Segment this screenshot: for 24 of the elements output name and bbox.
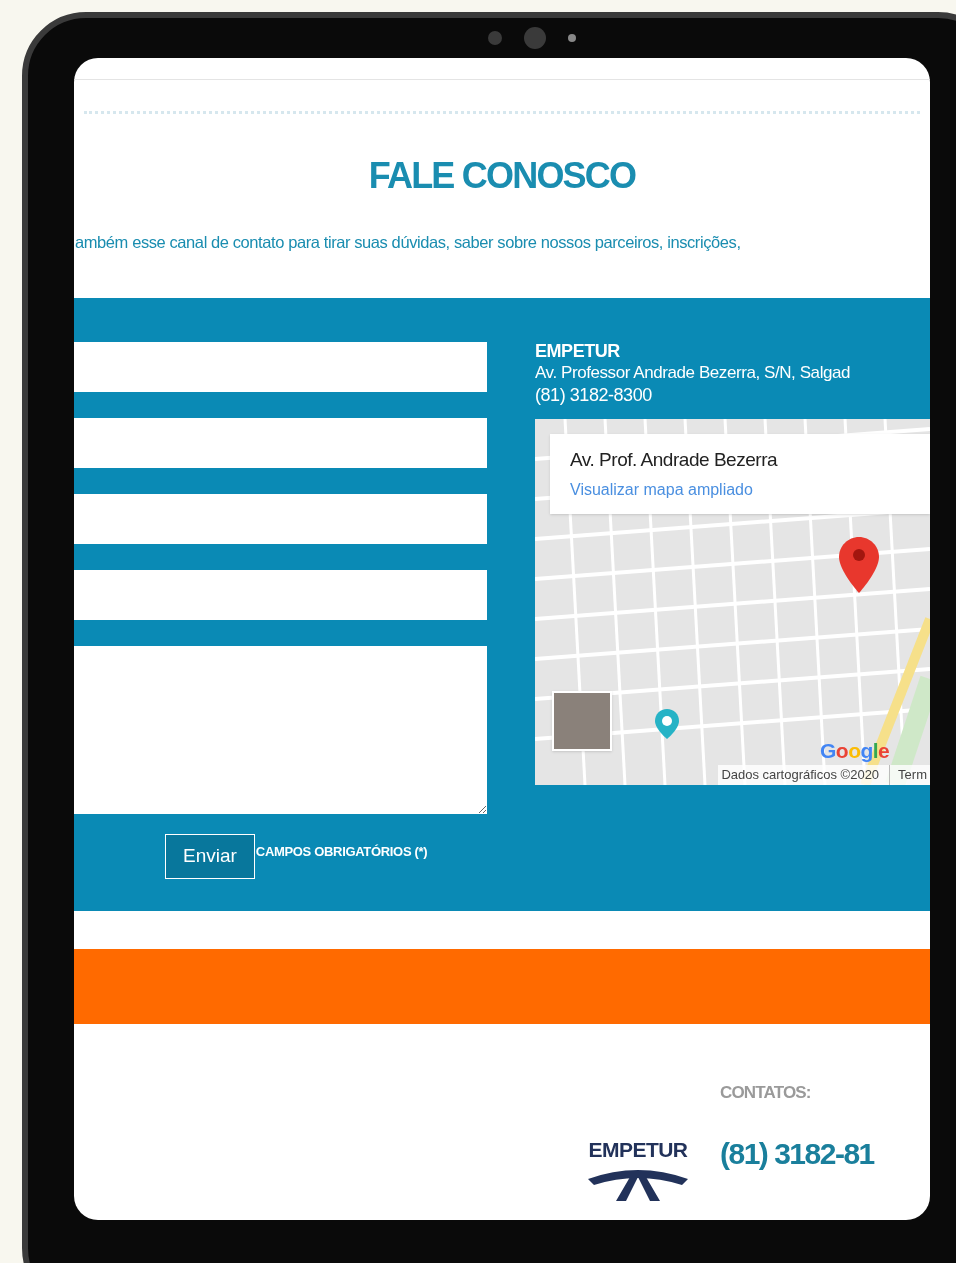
- map-logo: Google: [820, 737, 890, 764]
- contact-name: EMPETUR: [535, 339, 621, 362]
- section-title: FALE CONOSCO: [368, 156, 636, 196]
- submit-button[interactable]: Enviar: [165, 833, 255, 879]
- contact-phone: (81) 3182-8300: [535, 383, 653, 406]
- place-title: Av. Prof. Andrade Bezerra: [570, 447, 779, 472]
- camera-lens-icon: [524, 27, 546, 49]
- map-attribution: Dados cartográficos ©2020: [721, 766, 880, 785]
- input-field[interactable]: [74, 569, 487, 620]
- contacts-label: CONTATOS:: [720, 1081, 812, 1104]
- input-field[interactable]: [74, 341, 487, 392]
- map-pin-icon: [839, 536, 879, 593]
- intro-text: ambém esse canal de contato para tirar suas dúvidas, saber sobre nossos parceiros, inscrições,: [75, 232, 742, 253]
- place-marker-icon: [655, 708, 679, 739]
- input-field[interactable]: [74, 493, 487, 544]
- footer-phone: (81) 3182-81: [720, 1136, 874, 1173]
- terms-link[interactable]: Term: [889, 765, 927, 785]
- map-view[interactable]: Av. Prof. Andrade Bezerra Visualizar mapa ampliado Google Dados cartográficos ©2020 Term: [535, 418, 930, 785]
- satellite-thumbnail[interactable]: [552, 690, 612, 751]
- contact-address: Av. Professor Andrade Bezerra, S/N, Salgad: [535, 361, 852, 384]
- input-field[interactable]: [74, 417, 487, 468]
- required-note: CAMPOS OBRIGATÓRIOS (*): [255, 842, 428, 861]
- message-field[interactable]: [74, 645, 487, 814]
- logo-text: EMPETUR: [588, 1136, 688, 1163]
